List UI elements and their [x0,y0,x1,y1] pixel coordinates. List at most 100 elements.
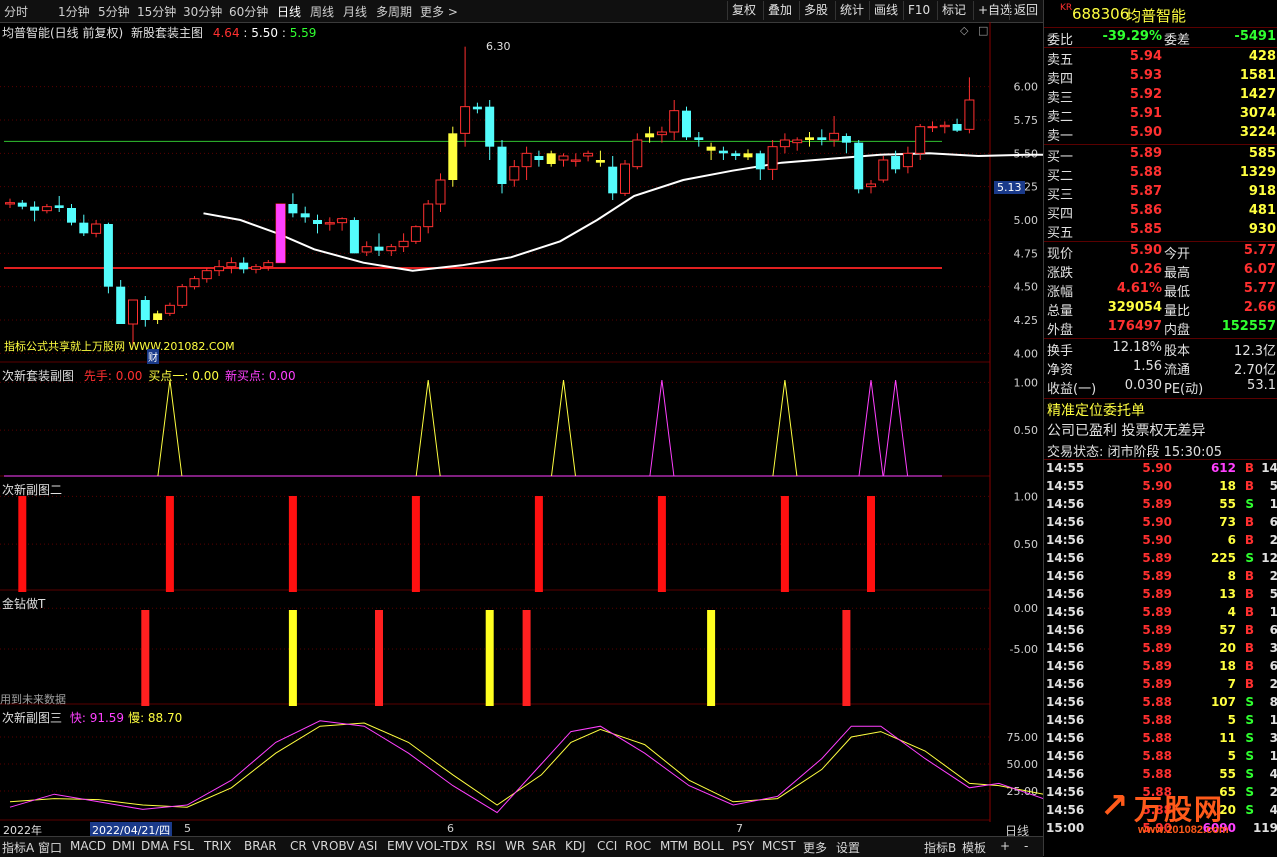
main-value-2: 5.50 [251,26,278,40]
tick-count-7: 5 [1269,587,1277,601]
bottom-right-button-3[interactable]: - [1024,839,1028,853]
tick-vol-14: 5 [1227,713,1236,727]
main-ytick-6: 4.50 [1014,281,1039,294]
candle-12 [153,310,163,324]
tick-side-8: B [1244,605,1254,619]
indicator-tab-0[interactable]: 指标A [2,839,34,856]
candle-53 [656,126,667,143]
sub1-name[interactable]: 次新套装副图 [2,369,74,383]
indicator-tab-1[interactable]: 窗口 [38,839,62,856]
tick-count-4: 2 [1269,533,1277,547]
bid-vol-1: 1329 [1239,165,1276,180]
indicator-tab-2[interactable]: MACD [70,839,106,853]
main-ytick-5: 4.75 [1014,247,1039,260]
precise-order-link[interactable]: 精准定位委托单 [1047,400,1145,420]
ask-price-2: 5.92 [1129,87,1162,102]
toolbar-button-4[interactable]: 画线 [869,1,902,20]
period-tab-8[interactable]: 月线 [343,3,367,20]
period-tab-2[interactable]: 5分钟 [98,3,130,20]
indicator-tab-24[interactable]: 更多 [803,839,827,856]
tick-row-15: 14:56 5.88 11 S 3 [1044,731,1277,749]
watermark-text: 万股网 [1134,794,1225,825]
toolbar-button-0[interactable]: 复权 [727,1,760,20]
indicator-tab-11[interactable]: ASI [358,839,377,853]
ask-label-0: 卖五 [1047,53,1074,68]
bid-vol-0: 585 [1248,146,1276,161]
toolbar-button-5[interactable]: F10 [903,1,934,20]
sub3-title[interactable]: 金钻做T [2,595,45,612]
toolbar-button-3[interactable]: 统计 [835,1,868,20]
main-ytick-7: 4.25 [1014,314,1039,327]
period-tab-6[interactable]: 日线 [277,3,301,20]
main-indicator-name[interactable]: 新股套装主图 [131,26,203,40]
indicator-tab-3[interactable]: DMI [112,839,135,853]
indicator-tab-8[interactable]: CR [290,839,307,853]
period-tab-5[interactable]: 60分钟 [229,3,268,20]
toolbar-button-1[interactable]: 叠加 [763,1,796,20]
indicator-tab-13[interactable]: VOL-TDX [416,839,468,853]
ask-row-0: 卖五 5.94 428 [1044,49,1277,68]
indicator-tab-20[interactable]: MTM [660,839,688,853]
toolbar-button-2[interactable]: 多股 [799,1,832,20]
sub3-bar-1 [288,610,297,706]
indicator-tab-14[interactable]: RSI [476,839,496,853]
bottom-right-button-0[interactable]: 指标B [924,839,956,856]
candle-2 [30,201,40,222]
indicator-tab-9[interactable]: VR [312,839,329,853]
period-tab-10[interactable]: 更多 > [420,3,458,20]
ask-price-4: 5.90 [1129,125,1162,140]
sub2-title[interactable]: 次新副图二 [2,481,62,498]
period-tab-3[interactable]: 15分钟 [137,3,176,20]
sub3-bar-2 [375,610,383,706]
indicator-tab-12[interactable]: EMV [387,839,413,853]
candle-73 [902,146,913,174]
tick-row-12: 14:56 5.89 7 B 2 [1044,677,1277,695]
indicator-tab-15[interactable]: WR [505,839,525,853]
toolbar-button-8[interactable]: 返回 [1009,1,1042,20]
tick-time-4: 14:56 [1046,533,1085,547]
sub1-peak-3 [649,379,675,477]
tick-price-0: 5.90 [1142,461,1172,475]
bottom-right-button-2[interactable]: + [1000,839,1010,853]
tick-time-13: 14:56 [1046,695,1085,709]
period-tab-7[interactable]: 周线 [310,3,334,20]
tick-side-4: B [1244,533,1254,547]
indicator-tab-18[interactable]: CCI [597,839,617,853]
period-tab-4[interactable]: 30分钟 [183,3,222,20]
indicator-tab-19[interactable]: ROC [625,839,651,853]
candle-52 [645,126,655,143]
indicator-tab-10[interactable]: OBV [329,839,355,853]
indicator-tab-17[interactable]: KDJ [565,839,586,853]
ask-vol-0: 428 [1248,49,1276,64]
stat2-row-0: 换手 12.18% 股本 12.3亿 [1044,340,1277,359]
period-tab-9[interactable]: 多周期 [376,3,412,20]
indicator-tab-25[interactable]: 设置 [836,839,860,856]
candle-23 [288,193,298,218]
indicator-tab-22[interactable]: PSY [732,839,754,853]
indicator-tab-5[interactable]: FSL [173,839,194,853]
candle-51 [632,133,643,170]
indicator-tab-6[interactable]: TRIX [204,839,231,853]
tick-row-2: 14:56 5.89 55 S 1 [1044,497,1277,515]
candle-13 [164,302,175,316]
event-tag[interactable]: 财 [147,349,159,364]
bottom-right-button-1[interactable]: 模板 [962,839,986,856]
indicator-tab-23[interactable]: MCST [762,839,796,853]
indicator-tab-7[interactable]: BRAR [244,839,277,853]
sub1-peak-2 [551,379,576,477]
indicator-tab-21[interactable]: BOLL [693,839,724,853]
candle-75 [927,121,938,132]
tick-row-4: 14:56 5.90 6 B 2 [1044,533,1277,551]
period-tab-1[interactable]: 1分钟 [58,3,90,20]
candle-56 [694,132,704,147]
indicator-tab-16[interactable]: SAR [532,839,556,853]
toolbar-button-6[interactable]: 标记 [937,1,970,20]
sub4-name[interactable]: 次新副图三 [2,711,62,725]
bid-label-1: 买二 [1047,169,1074,184]
tick-price-6: 5.89 [1142,569,1172,583]
indicator-tab-4[interactable]: DMA [141,839,169,853]
tick-time-3: 14:56 [1046,515,1085,529]
period-tab-0[interactable]: 分时 [4,3,28,20]
candle-77 [952,118,962,132]
tick-row-17: 14:56 5.88 55 S 4 [1044,767,1277,785]
